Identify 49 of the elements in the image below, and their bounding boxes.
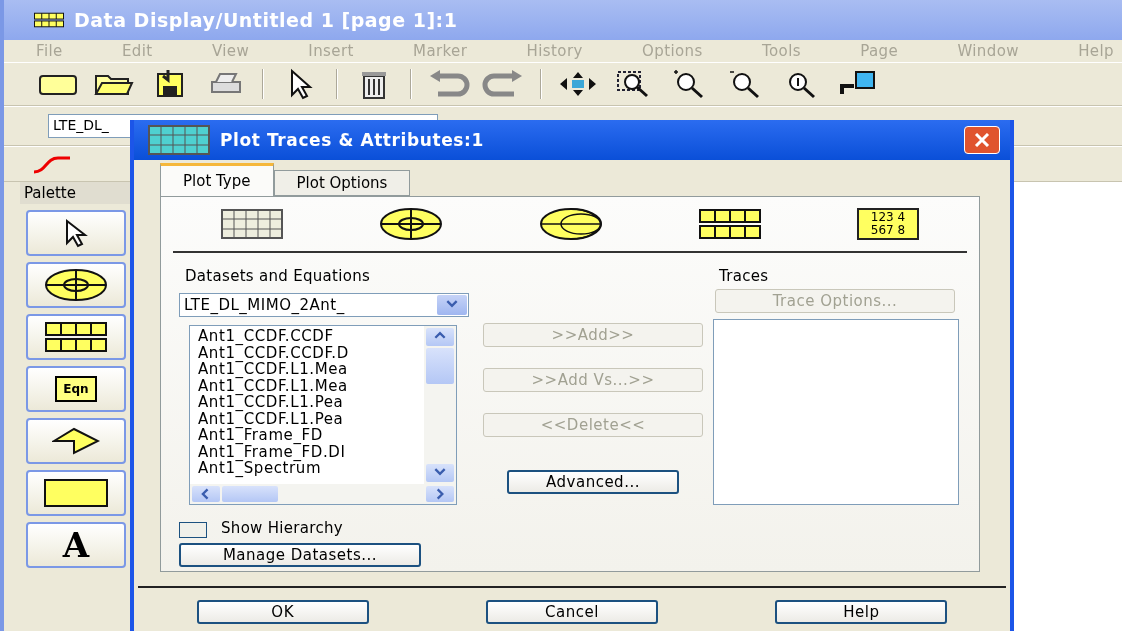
list-icon bbox=[45, 322, 107, 352]
rectangular-plot-icon bbox=[221, 209, 283, 239]
palette-button[interactable] bbox=[26, 262, 126, 308]
equation-label: Eqn bbox=[55, 376, 97, 402]
palette-button[interactable] bbox=[26, 314, 126, 360]
table-icon[interactable]: 123 4 567 8 bbox=[857, 208, 919, 240]
list-item[interactable]: Ant1_Frame_FD.DI bbox=[198, 443, 424, 460]
palette-button[interactable] bbox=[26, 470, 126, 516]
traces-label: Traces bbox=[719, 267, 770, 287]
dataset-dropdown[interactable]: LTE_DL_MIMO_2Ant_ bbox=[179, 293, 469, 317]
dialog-title: Plot Traces & Attributes:1 bbox=[220, 130, 485, 150]
text-tool-label: A bbox=[62, 525, 90, 565]
vertical-scrollbar[interactable] bbox=[424, 326, 456, 484]
list-item[interactable]: Ant1_CCDF.L1.Pea bbox=[198, 410, 424, 427]
list-item[interactable]: Ant1_CCDF.CCDF bbox=[198, 328, 424, 345]
list-item[interactable]: Ant1_CCDF.CCDF.D bbox=[198, 344, 424, 361]
checkbox[interactable] bbox=[179, 522, 207, 538]
smith-chart-icon bbox=[539, 207, 603, 241]
dataset-list[interactable]: Ant1_CCDF.CCDF Ant1_CCDF.CCDF.D Ant1_CCDF.L1.Mea Ant1_CCDF.L1.Mea Ant1_CCDF.L1.Pea Ant1_CCDF.L1.Pea Ant1_Frame_FD Ant1_Frame_FD.DI Ant1_Spectrum bbox=[189, 325, 457, 505]
dialog-icon bbox=[148, 125, 210, 155]
horizontal-scrollbar[interactable] bbox=[190, 484, 456, 504]
scroll-thumb[interactable] bbox=[222, 486, 278, 502]
palette-button[interactable]: Eqn bbox=[26, 366, 126, 412]
datasets-label: Datasets and Equations bbox=[185, 267, 372, 287]
palette-button[interactable]: A bbox=[26, 522, 126, 568]
list-item[interactable]: Ant1_Spectrum bbox=[198, 460, 424, 477]
polar-plot-icon bbox=[44, 268, 108, 302]
rectangle-icon bbox=[44, 479, 108, 507]
tab[interactable]: Plot Type bbox=[160, 163, 274, 196]
advanced-button[interactable]: Advanced... bbox=[507, 470, 679, 494]
list-item[interactable]: Ant1_CCDF.L1.Mea bbox=[198, 377, 424, 394]
list-icon bbox=[699, 209, 761, 239]
palette-button[interactable] bbox=[26, 418, 126, 464]
window-title: Data Display/Untitled 1 [page 1]:1 bbox=[74, 9, 458, 31]
tab[interactable]: Plot Options bbox=[273, 170, 411, 196]
scroll-thumb[interactable] bbox=[426, 348, 454, 384]
checkbox-label: Show Hierarchy bbox=[221, 519, 343, 539]
manage-datasets-button[interactable]: Manage Datasets... bbox=[179, 543, 421, 567]
close-button[interactable] bbox=[964, 126, 1000, 154]
polar-plot-icon bbox=[379, 207, 443, 241]
list-item[interactable]: Ant1_CCDF.L1.Pea bbox=[198, 394, 424, 411]
list-item[interactable]: Ant1_CCDF.L1.Mea bbox=[198, 361, 424, 378]
dialog-button[interactable]: Cancel bbox=[486, 600, 658, 624]
dialog-button[interactable]: Help bbox=[775, 600, 948, 624]
close-icon bbox=[974, 133, 990, 147]
arrow-icon bbox=[52, 427, 100, 455]
palette-button[interactable] bbox=[26, 210, 126, 256]
list-item[interactable]: Ant1_Frame_FD bbox=[198, 427, 424, 444]
dialog-button[interactable]: OK bbox=[196, 600, 369, 624]
